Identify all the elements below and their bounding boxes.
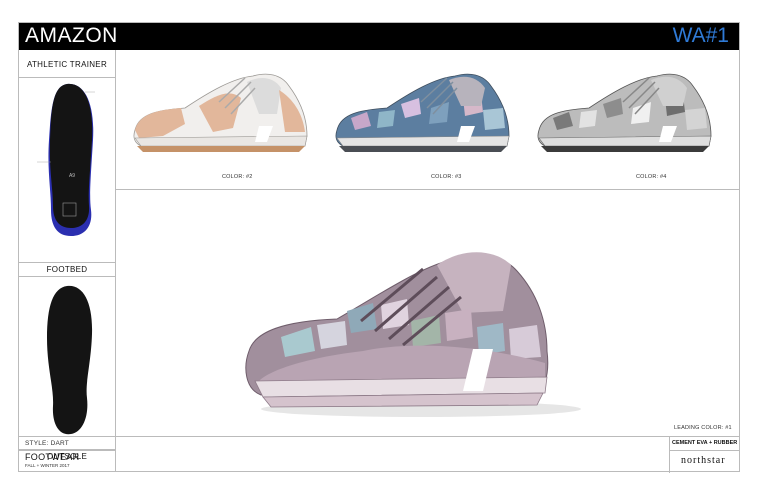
category-label: FOOTWEAR [25, 452, 80, 462]
color-3-label: COLOR: #3 [431, 174, 462, 180]
sneaker-color-3 [335, 73, 510, 152]
color-2-label: COLOR: #2 [222, 174, 253, 180]
maker-logo: northstar [681, 455, 726, 466]
sneaker-leading-color [245, 252, 581, 417]
season-label: FALL + WINTER 2017 [25, 463, 70, 468]
divider [669, 436, 670, 473]
header-bar: AMAZON WA#1 [19, 23, 739, 50]
divider [19, 262, 115, 263]
insole-logo: A9 [68, 173, 76, 179]
material-label: CEMENT EVA + RUBBER [672, 440, 738, 446]
sneaker-color-4 [537, 73, 712, 152]
sneaker-color-2 [133, 73, 308, 152]
style-name: STYLE: DART [25, 440, 69, 447]
product-title: ATHLETIC TRAINER [26, 60, 108, 69]
color-4-label: COLOR: #4 [636, 174, 667, 180]
spec-sheet: AMAZON WA#1 ATHLETIC TRAINER A9 FOOTBED … [18, 22, 740, 473]
footer-divider [19, 436, 739, 437]
divider [669, 450, 739, 451]
outsole-drawing [47, 285, 93, 435]
footbed-drawing [37, 83, 95, 236]
footbed-label: FOOTBED [46, 265, 88, 274]
divider [115, 189, 739, 190]
style-code: WA#1 [672, 24, 729, 47]
divider [19, 450, 115, 451]
leading-color-label: LEADING COLOR: #1 [674, 425, 732, 431]
brand-title: AMAZON [25, 24, 118, 47]
left-panel: ATHLETIC TRAINER A9 FOOTBED OUTSOLE [19, 50, 116, 471]
divider [19, 77, 115, 78]
divider [19, 276, 115, 277]
